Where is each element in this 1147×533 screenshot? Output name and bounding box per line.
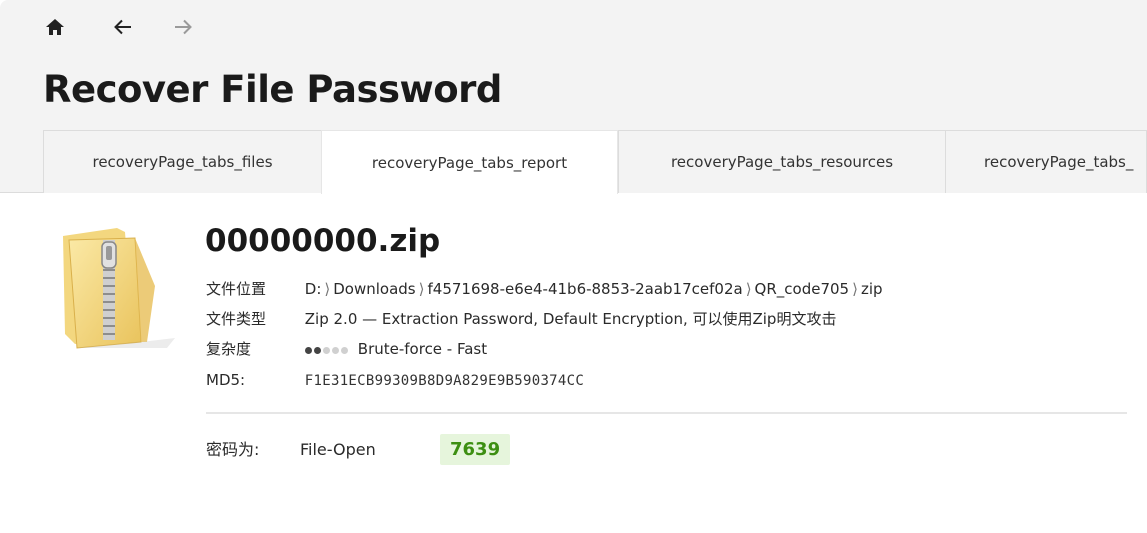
back-button[interactable] [106,10,140,44]
breadcrumb-item[interactable]: f4571698-e6e4-41b6-8853-2aab17cef02a [428,280,743,298]
md5-value: F1E31ECB99309B8D9A829E9B590374CC [304,373,585,389]
complexity-dot-empty [340,346,348,354]
breadcrumb-item[interactable]: Downloads [333,280,415,298]
complexity-dot-empty [331,346,339,354]
complexity-dot-empty [322,346,330,354]
md5-label: MD5: [206,371,246,389]
file-type-value: Zip 2.0 — Extraction Password, Default E… [304,310,837,328]
breadcrumb-item[interactable]: zip [861,280,883,298]
tab-report[interactable]: recoveryPage_tabs_report [321,130,618,194]
page-title: Recover File Password [43,68,502,111]
tab-resources[interactable]: recoveryPage_tabs_resources [618,130,946,193]
tab-files[interactable]: recoveryPage_tabs_files [43,130,322,193]
tab-label: recoveryPage_tabs_ [984,153,1134,171]
tab-more[interactable]: recoveryPage_tabs_ [945,130,1147,193]
tab-baseline [0,192,43,193]
complexity-dot-filled [304,346,312,354]
file-type-label: 文件类型 [206,310,267,328]
complexity-label: 复杂度 [206,340,252,358]
tab-label: recoveryPage_tabs_report [371,153,568,172]
arrow-right-icon [175,19,192,35]
complexity-dot-filled [313,346,321,354]
password-type: File-Open [300,440,376,459]
chevron-right-icon: ⟩ [418,280,425,298]
breadcrumb-item[interactable]: D: [305,280,322,298]
file-type-row: 文件类型 Zip 2.0 — Extraction Password, Defa… [206,309,836,329]
password-label: 密码为: [206,440,260,459]
file-name: 00000000.zip [205,223,441,259]
tab-label: recoveryPage_tabs_resources [670,153,894,171]
breadcrumb-item[interactable]: QR_code705 [755,280,850,298]
zip-folder-icon [63,228,175,349]
chevron-right-icon: ⟩ [745,280,752,298]
chevron-right-icon: ⟩ [324,280,331,298]
home-icon [46,19,64,35]
breadcrumb: D: ⟩ Downloads ⟩ f4571698-e6e4-41b6-8853-2aa… [305,280,883,298]
password-value[interactable]: 7639 [440,434,511,465]
file-location-label: 文件位置 [206,280,267,298]
complexity-row: 复杂度 Brute-force - Fast [206,339,487,359]
header-bar: Recover File Password recoveryPage_tabs_… [0,0,1147,194]
forward-button[interactable] [166,10,200,44]
complexity-text: Brute-force - Fast [357,340,488,358]
complexity-meter [304,340,350,360]
divider [206,412,1127,414]
home-button[interactable] [38,10,72,44]
arrow-left-icon [114,19,131,35]
md5-row: MD5: F1E31ECB99309B8D9A829E9B590374CC [206,370,584,390]
chevron-right-icon: ⟩ [852,280,858,298]
tab-label: recoveryPage_tabs_files [92,153,273,171]
file-location-row: 文件位置 D: ⟩ Downloads ⟩ f4571698-e6e4-41b6-885… [206,279,883,299]
